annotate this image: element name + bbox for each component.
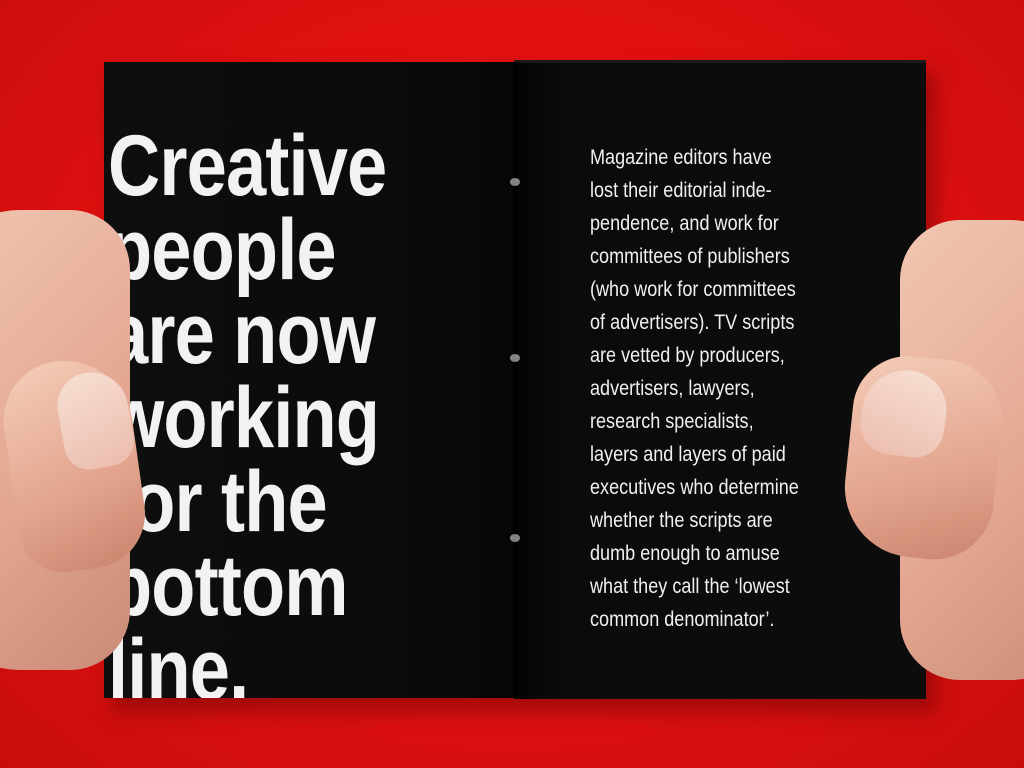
body-line: whether the scripts are bbox=[590, 509, 773, 532]
body-line: of advertisers). TV scripts bbox=[590, 311, 795, 334]
body-line: (who work for committees bbox=[590, 278, 796, 301]
body-line: what they call the ‘lowest bbox=[590, 575, 790, 598]
headline-line: are now bbox=[108, 286, 376, 382]
headline-line: line. bbox=[108, 622, 249, 698]
body-line: research specialists, bbox=[590, 410, 754, 433]
headline: Creative people are now working for the … bbox=[108, 118, 387, 698]
headline-line: working bbox=[108, 370, 380, 466]
left-page: Creative people are now working for the … bbox=[104, 62, 514, 698]
headline-line: for the bbox=[108, 454, 328, 550]
headline-line: people bbox=[108, 202, 337, 298]
body-line: pendence, and work for bbox=[590, 212, 779, 235]
binding-stitch bbox=[510, 534, 520, 542]
headline-line: bottom bbox=[108, 538, 349, 634]
body-line: advertisers, lawyers, bbox=[590, 377, 755, 400]
body-line: Magazine editors have bbox=[590, 146, 772, 169]
body-line: common denominator’. bbox=[590, 608, 775, 631]
photo-scene: Creative people are now working for the … bbox=[0, 0, 1024, 768]
body-line: executives who determine bbox=[590, 476, 799, 499]
body-paragraph: Magazine editors have lost their editori… bbox=[590, 141, 799, 636]
body-line: committees of publishers bbox=[590, 245, 790, 268]
binding-stitch bbox=[510, 178, 520, 186]
body-line: dumb enough to amuse bbox=[590, 542, 780, 565]
body-line: lost their editorial inde- bbox=[590, 179, 772, 202]
headline-line: Creative bbox=[108, 118, 387, 214]
body-line: are vetted by producers, bbox=[590, 344, 785, 367]
body-line: layers and layers of paid bbox=[590, 443, 786, 466]
book-gutter bbox=[510, 62, 520, 698]
binding-stitch bbox=[510, 354, 520, 362]
